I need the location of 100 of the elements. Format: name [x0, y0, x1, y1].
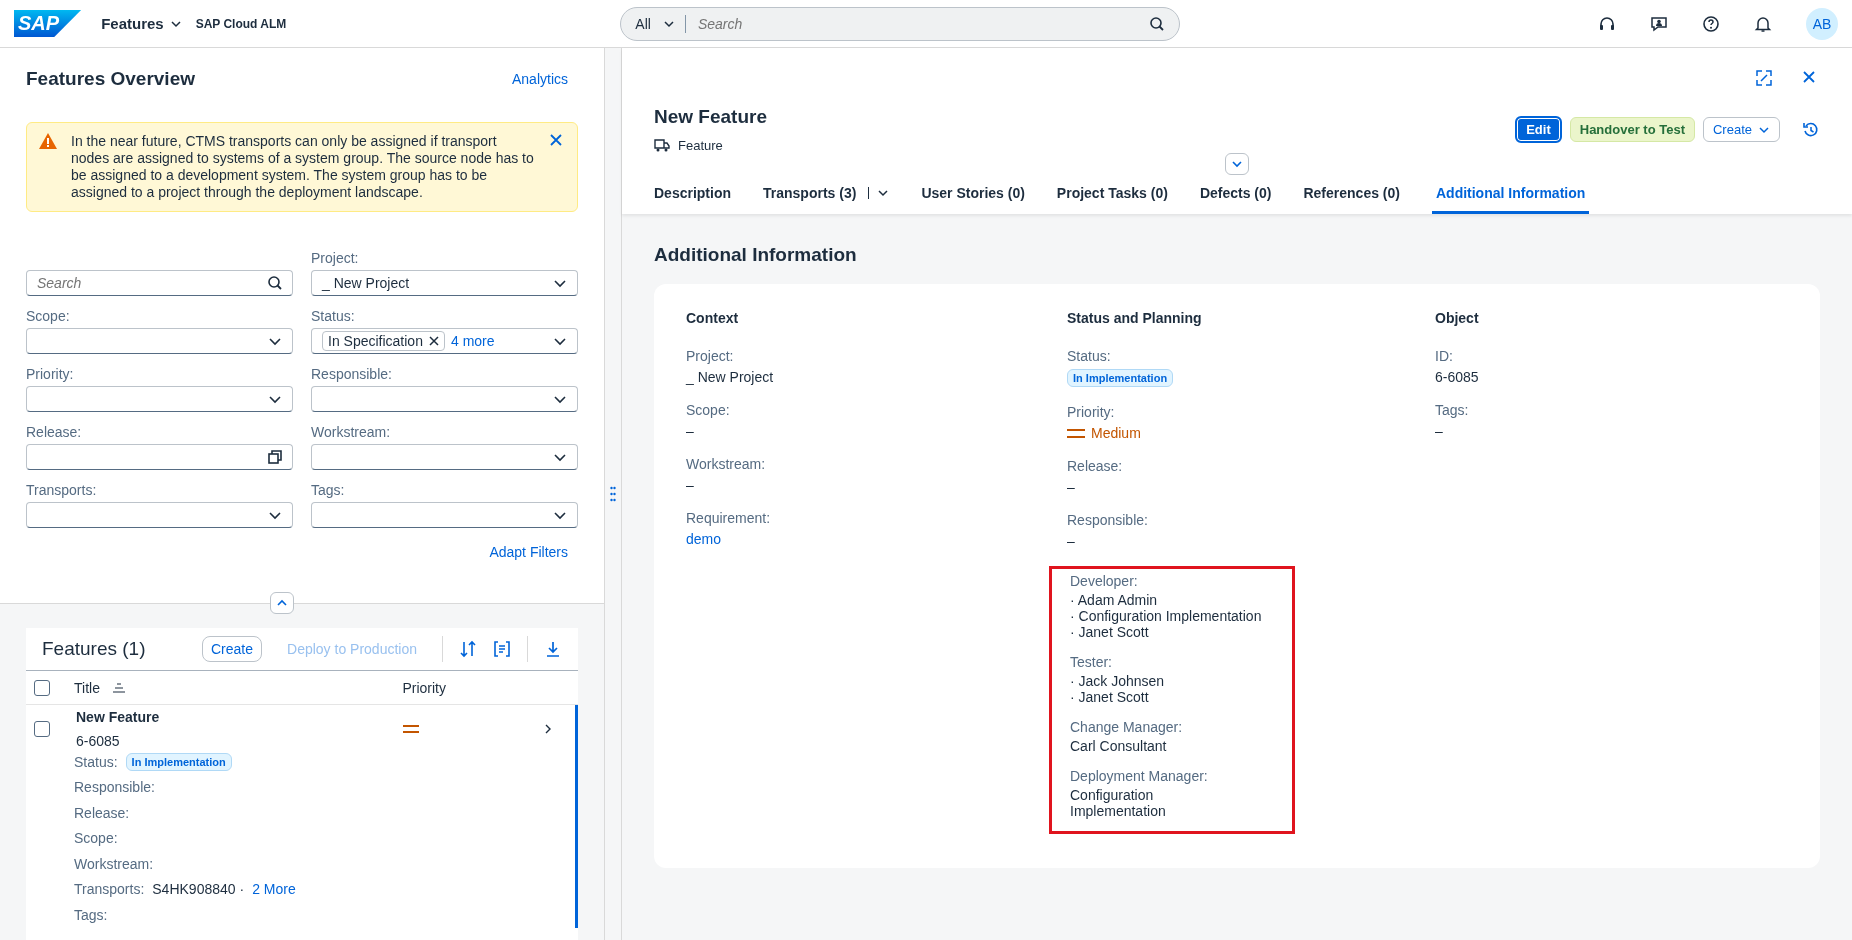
chevron-right-icon[interactable] [543, 723, 553, 735]
group-title: Object [1435, 310, 1480, 326]
tab[interactable]: Project Tasks (0) [1056, 181, 1168, 214]
object-type: Feature [678, 138, 723, 153]
object-title: New Feature [654, 106, 767, 128]
sap-logo[interactable]: SAP [14, 10, 82, 37]
download-icon[interactable] [544, 640, 562, 658]
table-row[interactable]: New Feature 6-6085 Status: In Implementation Responsible: Release: Scope: Workstream: Transports: S4HK908840 · 2 More Tags: [26, 705, 578, 928]
table-title: Features (1) [42, 638, 146, 660]
feature-title: New Feature [76, 709, 160, 725]
field-value: · Jack Johnsen [1070, 673, 1166, 689]
dropdown-field[interactable] [311, 444, 578, 470]
section-title: Additional Information [654, 244, 858, 266]
dropdown-field[interactable] [26, 328, 293, 354]
more-tokens-link[interactable]: 4 more [450, 333, 495, 349]
action-button[interactable]: Create [1702, 117, 1780, 142]
field-label: Responsible: [1067, 512, 1149, 528]
toolbar-button[interactable]: Create [202, 636, 263, 662]
value-help-field[interactable] [26, 444, 293, 470]
search-field[interactable]: Search [26, 270, 293, 296]
more-link[interactable]: 2 More [252, 881, 296, 898]
filter-label: Transports: [26, 482, 98, 498]
close-icon[interactable] [1802, 70, 1816, 84]
chat-person-icon[interactable] [1650, 14, 1668, 33]
field-value: Implementation [1070, 803, 1167, 819]
field-value: · Adam Admin [1070, 592, 1159, 608]
dropdown-field[interactable]: _ New Project [311, 270, 578, 296]
attribute-label: Status: [74, 753, 118, 770]
attribute-label: Tags: [74, 906, 108, 923]
tab[interactable]: User Stories (0) [921, 181, 1025, 214]
row-checkbox[interactable] [34, 721, 50, 737]
notification-bell-icon[interactable] [1754, 14, 1772, 33]
requirement-link[interactable]: demo [686, 531, 1067, 547]
action-button[interactable]: Edit [1515, 116, 1562, 143]
tab[interactable]: Description [654, 181, 731, 214]
help-icon[interactable] [1702, 14, 1720, 33]
tab[interactable]: Defects (0) [1199, 181, 1272, 214]
field-label: Deployment Manager: [1070, 768, 1209, 784]
tab[interactable]: Additional Information [1431, 181, 1590, 214]
field-label: Tester: [1070, 654, 1113, 670]
filter-token[interactable]: In Specification [322, 331, 445, 351]
warning-icon [39, 133, 57, 149]
column-header[interactable]: Priority [402, 679, 446, 696]
field-label: Priority: [1067, 404, 1116, 420]
tab[interactable]: References (0) [1303, 181, 1400, 214]
page-title: Features Overview [26, 68, 195, 90]
search-icon[interactable] [267, 275, 283, 291]
field-value: – [1067, 533, 1076, 549]
user-avatar[interactable]: AB [1806, 7, 1838, 40]
status-badge: In Implementation [1067, 369, 1174, 387]
chevron-down-icon[interactable] [877, 187, 890, 199]
dropdown-field[interactable] [26, 502, 293, 528]
field-value: · Janet Scott [1070, 689, 1150, 705]
field-label: ID: [1435, 348, 1454, 364]
field-label: Project: [686, 348, 735, 364]
analytics-link[interactable]: Analytics [511, 71, 568, 87]
attribute-label: Workstream: [74, 855, 154, 872]
collapse-header-button[interactable] [270, 592, 294, 614]
field-value: – [1435, 423, 1444, 439]
status-badge: In Implementation [125, 752, 232, 771]
table-settings-icon[interactable] [493, 640, 511, 658]
truck-icon [654, 139, 670, 152]
attribute-label: Responsible: [74, 779, 155, 796]
remove-icon[interactable] [428, 336, 439, 346]
field-value: · Configuration Implementation [1070, 608, 1263, 624]
filter-label: Scope: [26, 308, 71, 324]
value-help-icon[interactable] [268, 450, 282, 464]
select-all-checkbox[interactable] [34, 679, 50, 696]
dropdown-field[interactable] [26, 386, 293, 412]
search-scope-select[interactable]: All [635, 15, 675, 32]
status-multi-select[interactable]: In Specification 4 more [311, 328, 578, 354]
sorted-icon [111, 682, 126, 693]
resize-handle-icon[interactable] [610, 486, 616, 502]
filter-label: Workstream: [311, 424, 392, 440]
field-label: Release: [1067, 458, 1124, 474]
action-button[interactable]: Handover to Test [1569, 117, 1695, 142]
global-search-field[interactable]: All Search [620, 6, 1181, 41]
filter-label: Release: [26, 424, 83, 440]
history-icon[interactable] [1802, 120, 1820, 139]
field-label: Change Manager: [1070, 719, 1184, 735]
priority-value: Medium [1067, 425, 1435, 441]
tab[interactable]: Transports (3) [763, 181, 890, 214]
field-value: – [1067, 479, 1076, 495]
close-icon[interactable] [549, 133, 563, 147]
fullscreen-icon[interactable] [1756, 70, 1772, 86]
expand-header-button[interactable] [1225, 153, 1249, 175]
search-icon[interactable] [1149, 15, 1166, 32]
attribute-value: S4HK908840 · [152, 881, 245, 898]
dropdown-field[interactable] [311, 386, 578, 412]
field-value: Carl Consultant [1070, 738, 1168, 754]
headset-icon[interactable] [1598, 14, 1616, 33]
field-value: 6-6085 [1435, 369, 1480, 385]
product-name: SAP Cloud ALM [195, 16, 287, 31]
app-title-menu[interactable]: Features [95, 14, 188, 33]
adapt-filters-link[interactable]: Adapt Filters [489, 544, 568, 560]
field-value: _ New Project [686, 369, 775, 385]
column-header[interactable]: Title [74, 679, 100, 696]
dropdown-field[interactable] [311, 502, 578, 528]
sort-icon[interactable] [459, 640, 477, 658]
attribute-label: Release: [74, 804, 130, 821]
